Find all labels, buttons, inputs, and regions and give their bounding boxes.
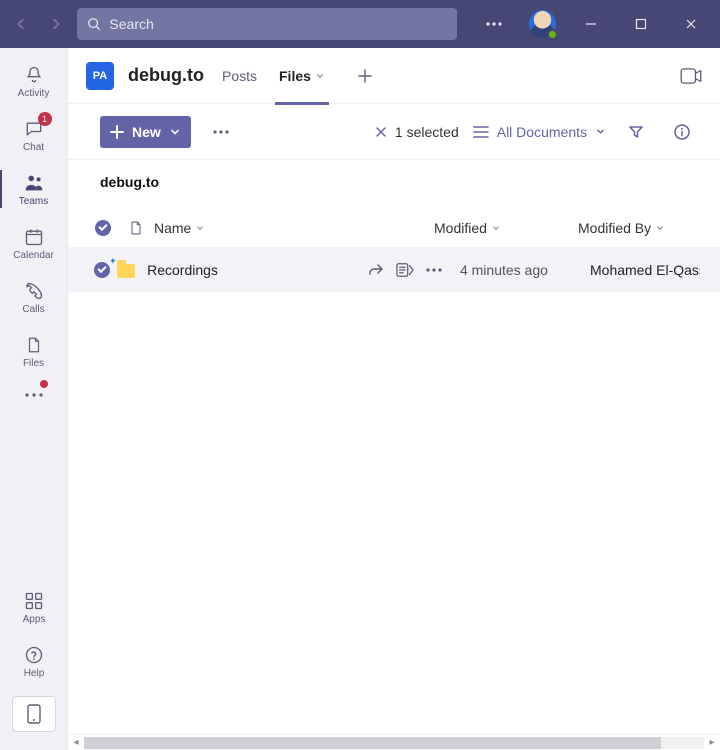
bell-icon <box>23 64 45 86</box>
add-tab-button[interactable] <box>351 62 379 90</box>
rail-label: Apps <box>23 614 46 625</box>
channel-title: debug.to <box>128 65 204 86</box>
new-label: New <box>132 124 161 140</box>
rail-calls[interactable]: Calls <box>0 270 68 324</box>
column-name[interactable]: Name <box>154 220 434 236</box>
forward-button[interactable] <box>43 10 70 38</box>
column-label: Modified By <box>578 220 651 236</box>
teams-icon <box>23 172 45 194</box>
scroll-right-icon[interactable]: ▸ <box>704 737 720 748</box>
chevron-down-icon <box>195 223 205 233</box>
rail-label: Chat <box>23 142 44 153</box>
plus-icon <box>110 125 124 139</box>
column-modified-by[interactable]: Modified By <box>578 220 700 236</box>
view-switcher[interactable]: All Documents <box>473 124 606 140</box>
check-circle-icon <box>94 262 110 278</box>
search-input[interactable] <box>109 16 447 32</box>
scroll-left-icon[interactable]: ◂ <box>68 737 84 748</box>
list-icon <box>473 125 489 139</box>
rail-activity[interactable]: Activity <box>0 54 68 108</box>
clear-selection-button[interactable]: 1 selected <box>375 124 459 140</box>
help-icon <box>23 644 45 666</box>
select-all-toggle[interactable] <box>88 220 118 236</box>
rail-label: Calls <box>22 304 44 315</box>
minimize-button[interactable] <box>570 0 612 48</box>
filter-button[interactable] <box>620 116 652 148</box>
meet-icon[interactable] <box>680 68 702 84</box>
scroll-track[interactable] <box>84 737 704 749</box>
check-circle-icon <box>95 220 111 236</box>
rail-help[interactable]: Help <box>0 634 68 688</box>
rail-apps[interactable]: Apps <box>0 580 68 634</box>
row-name-label: Recordings <box>147 262 218 278</box>
rail-label: Files <box>23 358 44 369</box>
more-button[interactable] <box>473 0 515 48</box>
chevron-down-icon <box>595 126 606 137</box>
column-label: Name <box>154 220 191 236</box>
calendar-icon <box>23 226 45 248</box>
row-modified-by: Mohamed El-Qass <box>590 262 700 278</box>
rail-label: Activity <box>18 88 50 99</box>
back-button[interactable] <box>8 10 35 38</box>
phone-icon <box>23 280 45 302</box>
x-icon <box>375 126 387 138</box>
command-more-button[interactable] <box>205 116 237 148</box>
rail-teams[interactable]: Teams <box>0 162 68 216</box>
view-label: All Documents <box>497 124 587 140</box>
command-bar: New 1 selected All Documents <box>68 104 720 160</box>
presence-available-icon <box>547 29 558 40</box>
apps-icon <box>23 590 45 612</box>
new-button[interactable]: New <box>100 116 191 148</box>
actions-button[interactable] <box>396 262 414 278</box>
close-button[interactable] <box>670 0 712 48</box>
rail-calendar[interactable]: Calendar <box>0 216 68 270</box>
more-badge-icon <box>40 380 48 388</box>
chat-badge: 1 <box>38 112 52 126</box>
search-box[interactable] <box>77 8 457 40</box>
avatar[interactable] <box>529 10 556 38</box>
column-type <box>118 219 154 237</box>
tab-label: Posts <box>222 68 257 84</box>
chevron-down-icon <box>169 126 181 138</box>
file-icon <box>23 334 45 356</box>
rail-device-button[interactable] <box>12 696 56 732</box>
search-icon <box>87 17 101 31</box>
rail-label: Calendar <box>13 250 54 261</box>
row-more-button[interactable] <box>426 268 442 272</box>
channel-header: PA debug.to Posts Files <box>68 48 720 104</box>
share-button[interactable] <box>368 262 384 278</box>
chevron-down-icon <box>491 223 501 233</box>
chevron-down-icon <box>655 223 665 233</box>
column-label: Modified <box>434 220 487 236</box>
rail-label: Help <box>24 668 45 679</box>
main: PA debug.to Posts Files <box>68 48 720 750</box>
rail-more[interactable] <box>0 378 68 412</box>
titlebar <box>0 0 720 48</box>
phone-device-icon <box>27 704 41 724</box>
table-row[interactable]: ✦ Recordings 4 minutes ago Mohamed El-Qa… <box>68 248 720 292</box>
maximize-button[interactable] <box>620 0 662 48</box>
tab-posts[interactable]: Posts <box>218 48 261 104</box>
list-header: Name Modified Modified By <box>68 208 720 248</box>
rail-label: Teams <box>19 196 48 207</box>
app-rail: Activity 1 Chat Teams Calendar Calls <box>0 48 68 750</box>
row-modified: 4 minutes ago <box>460 262 590 278</box>
rail-chat[interactable]: 1 Chat <box>0 108 68 162</box>
rail-files[interactable]: Files <box>0 324 68 378</box>
scroll-thumb[interactable] <box>84 737 661 749</box>
folder-icon: ✦ <box>115 262 137 278</box>
chevron-down-icon <box>315 71 325 81</box>
tab-label: Files <box>279 68 311 84</box>
library-title: debug.to <box>68 160 720 208</box>
column-modified[interactable]: Modified <box>434 220 578 236</box>
shared-spark-icon: ✦ <box>109 256 117 267</box>
info-button[interactable] <box>666 116 698 148</box>
tab-files[interactable]: Files <box>275 48 329 104</box>
selected-label: 1 selected <box>395 124 459 140</box>
horizontal-scrollbar[interactable]: ◂ ▸ <box>68 734 720 750</box>
team-avatar[interactable]: PA <box>86 62 114 90</box>
